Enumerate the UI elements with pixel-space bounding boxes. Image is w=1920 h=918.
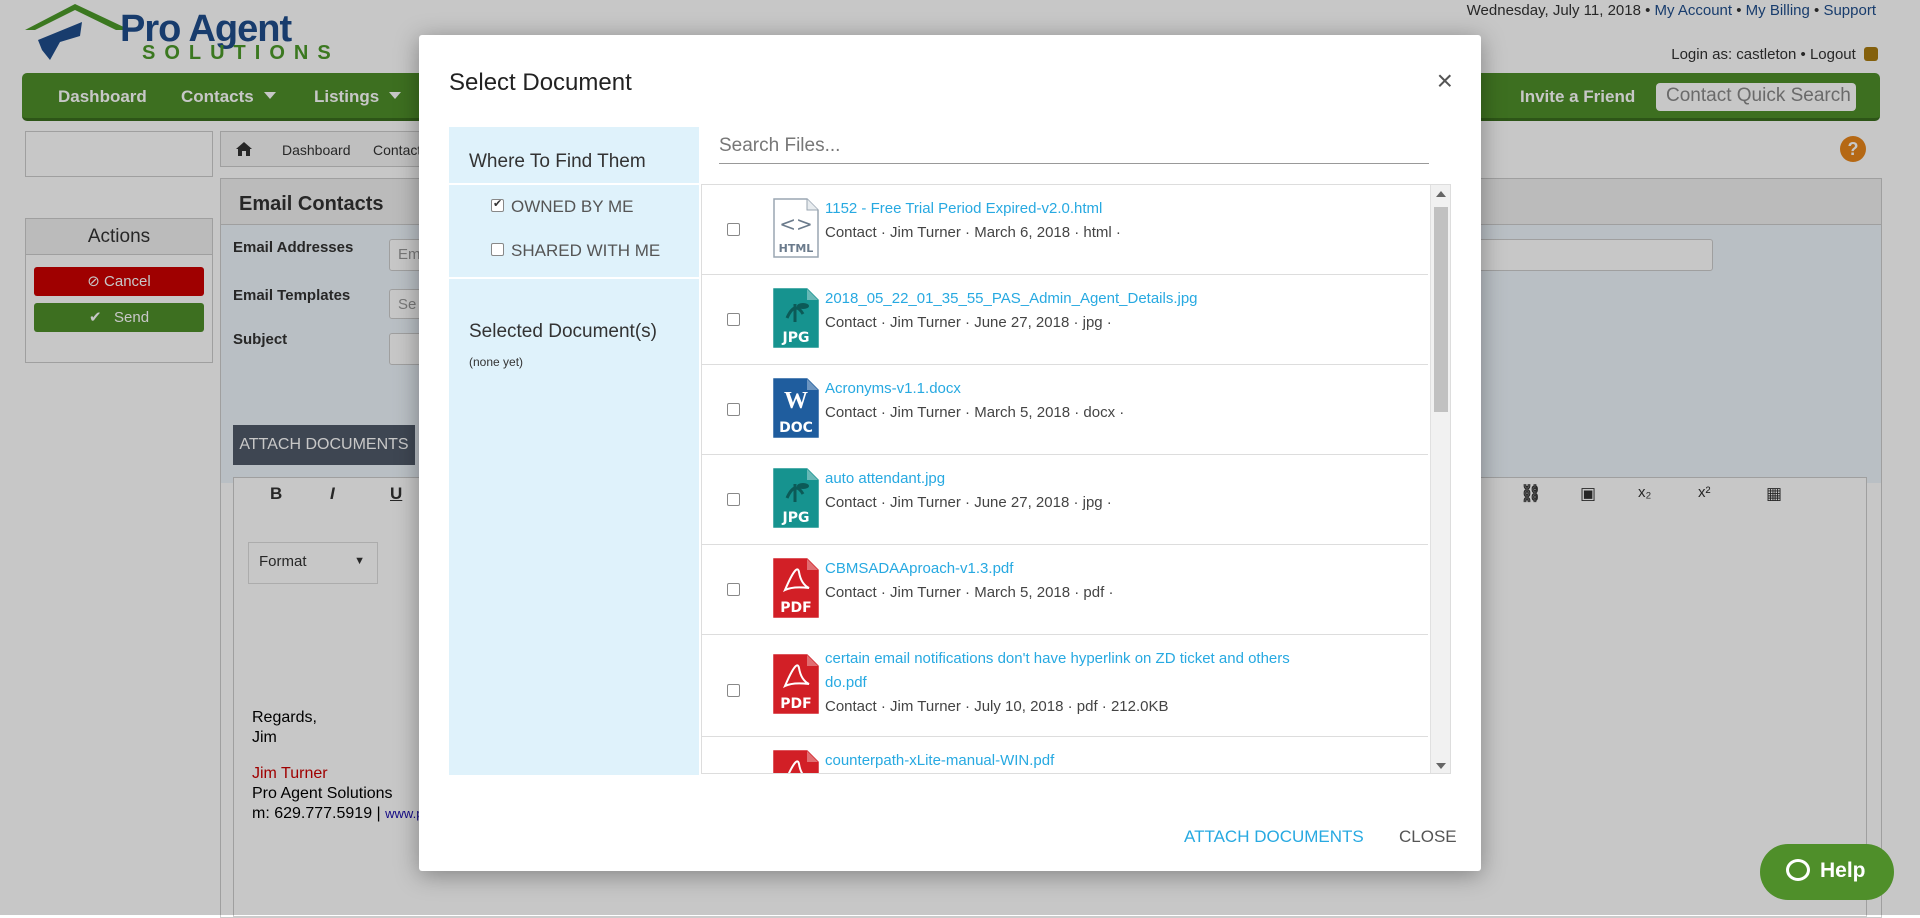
doc-file-icon: W DOC [773,378,819,438]
file-select-checkbox[interactable] [727,684,740,697]
file-name-link[interactable]: Acronyms-v1.1.docx [825,377,1295,401]
file-list: <> HTML 1152 - Free Trial Period Expired-v… [701,184,1451,774]
shared-with-me-option[interactable]: SHARED WITH ME [491,241,660,261]
owned-by-me-checkbox[interactable] [491,197,504,212]
file-select-checkbox[interactable] [727,313,740,326]
file-name-link[interactable]: counterpath-xLite-manual-WIN.pdf [825,749,1295,773]
pdf-file-icon: PDF [773,558,819,618]
modal-title: Select Document [449,69,632,96]
html-file-icon: <> HTML [773,198,819,258]
file-row[interactable]: PDF certain email notifications don't hav… [702,635,1428,737]
file-list-scrollbar[interactable] [1430,185,1450,773]
attach-documents-link[interactable]: ATTACH DOCUMENTS [1184,827,1364,847]
file-row[interactable]: JPG auto attendant.jpg Contact · Jim Turne… [702,455,1428,545]
selected-documents-heading: Selected Document(s) [469,321,657,342]
file-name-link[interactable]: certain email notifications don't have h… [825,647,1295,695]
jpg-file-icon: JPG [773,288,819,348]
file-meta: Contact · Jim Turner · June 27, 2018 · j… [825,314,1112,331]
scroll-thumb[interactable] [1434,207,1448,412]
svg-text:<>: <> [779,212,813,236]
scroll-up-icon[interactable] [1436,191,1446,197]
file-select-checkbox[interactable] [727,223,740,236]
pdf-file-icon: PDF [773,750,819,773]
search-files-input[interactable]: Search Files... [719,132,1429,164]
document-filter-sidebar: Where To Find Them OWNED BY ME SHARED WI… [449,127,699,775]
select-document-modal: Select Document × Where To Find Them OWN… [419,35,1481,871]
file-row[interactable]: JPG 2018_05_22_01_35_55_PAS_Admin_Agent_D… [702,275,1428,365]
file-name-link[interactable]: auto attendant.jpg [825,467,1295,491]
file-select-checkbox[interactable] [727,403,740,416]
close-icon[interactable]: × [1437,65,1453,97]
svg-text:JPG: JPG [782,330,810,346]
file-name-link[interactable]: 2018_05_22_01_35_55_PAS_Admin_Agent_Deta… [825,287,1295,311]
where-to-find-heading: Where To Find Them [469,151,646,172]
svg-text:HTML: HTML [779,242,814,255]
file-meta: Contact · Jim Turner · March 5, 2018 · p… [825,584,1114,601]
file-select-checkbox[interactable] [727,493,740,506]
shared-with-me-checkbox[interactable] [491,243,504,256]
svg-text:W: W [784,388,808,414]
pdf-file-icon: PDF [773,654,819,714]
close-button[interactable]: CLOSE [1399,827,1457,847]
file-row[interactable]: <> HTML 1152 - Free Trial Period Expired-v… [702,185,1428,275]
svg-text:DOC: DOC [779,420,813,436]
svg-text:PDF: PDF [780,696,811,712]
selected-documents-empty: (none yet) [469,355,524,369]
file-meta: Contact · Jim Turner · March 6, 2018 · h… [825,224,1121,241]
file-name-link[interactable]: 1152 - Free Trial Period Expired-v2.0.ht… [825,197,1295,221]
chat-bubble-icon [1786,859,1810,881]
file-meta: Contact · Jim Turner · July 10, 2018 · p… [825,698,1169,715]
file-row[interactable]: PDF counterpath-xLite-manual-WIN.pdf [702,737,1428,773]
file-name-link[interactable]: CBMSADAAproach-v1.3.pdf [825,557,1295,581]
svg-text:PDF: PDF [780,600,811,616]
svg-text:JPG: JPG [782,510,810,526]
file-row[interactable]: PDF CBMSADAAproach-v1.3.pdf Contact · Jim … [702,545,1428,635]
file-select-checkbox[interactable] [727,583,740,596]
file-meta: Contact · Jim Turner · June 27, 2018 · j… [825,494,1112,511]
help-chat-button[interactable]: Help [1760,844,1894,900]
file-row[interactable]: W DOC Acronyms-v1.1.docx Contact · Jim Turn… [702,365,1428,455]
scroll-down-icon[interactable] [1436,763,1446,769]
jpg-file-icon: JPG [773,468,819,528]
owned-by-me-option[interactable]: OWNED BY ME [491,197,633,217]
file-meta: Contact · Jim Turner · March 5, 2018 · d… [825,404,1125,421]
